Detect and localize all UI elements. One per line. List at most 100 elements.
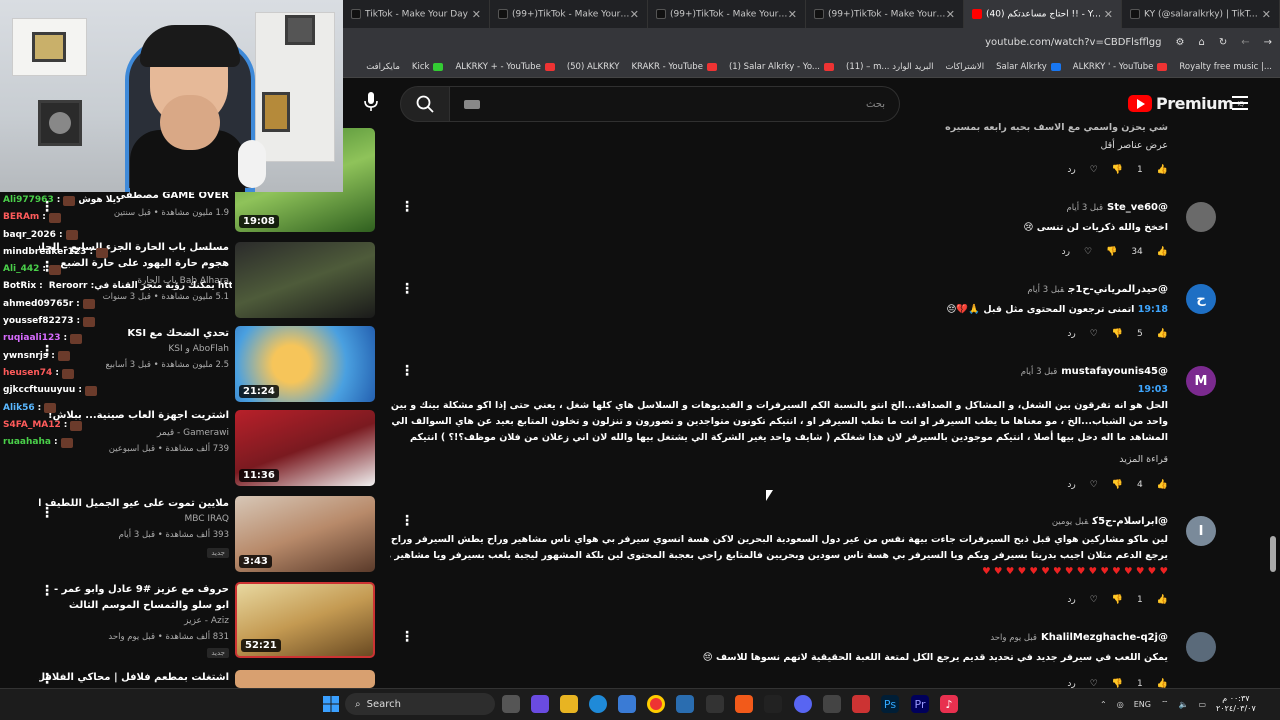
related-title[interactable]: حروف مع عزيز #9 عادل وابو عمر - xyxy=(39,584,229,595)
premiere-icon[interactable]: Pr xyxy=(911,695,929,713)
clock[interactable]: ٠٠:٣٧ م ٢٠٢٤/٠٣/٠٧ xyxy=(1216,694,1256,714)
comment-menu-icon[interactable]: ⋮ xyxy=(400,364,414,378)
related-title[interactable]: اشتغلت بمطعم فلافل | محاكي الفلافل !! xyxy=(39,672,229,683)
close-tab-icon[interactable]: ✕ xyxy=(1262,8,1271,21)
browser-tab-active[interactable]: (40) احتاج مساعدتكم !! - YouTube✕ xyxy=(964,0,1122,28)
related-channel[interactable]: Aziz - عزيز xyxy=(184,616,229,626)
comment-menu-icon[interactable]: ⋮ xyxy=(400,282,414,296)
related-title-line2[interactable]: ابو سلو والتمساح الموسم الثالث xyxy=(39,600,229,611)
back-icon[interactable]: ← xyxy=(1241,37,1249,48)
bookmark-item[interactable]: (11) – m... البريد الوارد xyxy=(846,62,934,72)
reload-icon[interactable]: ↻ xyxy=(1219,37,1227,48)
like-icon[interactable]: 👍 xyxy=(1157,480,1168,490)
chat-username[interactable]: baqr_2026 xyxy=(3,227,56,244)
brave-icon[interactable] xyxy=(735,695,753,713)
windows-start-icon[interactable] xyxy=(322,695,340,713)
read-more-link[interactable]: قراءة المزيد xyxy=(390,452,1168,468)
more-options-icon[interactable]: ⋮ xyxy=(40,584,54,598)
battery-icon[interactable]: ▭ xyxy=(1198,700,1206,709)
network-icon[interactable]: ◎ xyxy=(1117,700,1124,709)
settings-icon[interactable] xyxy=(823,695,841,713)
heart-icon[interactable]: ♡ xyxy=(1084,247,1092,257)
chat-username[interactable]: BotRix xyxy=(3,278,36,295)
wifi-icon[interactable]: ⌔ xyxy=(1161,699,1169,709)
obs-icon[interactable] xyxy=(706,695,724,713)
like-icon[interactable]: 👍 xyxy=(1157,247,1168,257)
volume-icon[interactable]: 🔈 xyxy=(1178,700,1188,709)
page-scrollbar[interactable] xyxy=(1270,536,1276,572)
bookmark-item[interactable]: Salar Alkrky xyxy=(996,62,1061,72)
comment-menu-icon[interactable]: ⋮ xyxy=(400,514,414,528)
reply-button[interactable]: رد xyxy=(1062,247,1070,257)
related-channel[interactable]: MBC IRAQ xyxy=(184,514,229,524)
bookmark-item[interactable]: الاشتراكات xyxy=(946,62,985,72)
heart-icon[interactable]: ♡ xyxy=(1090,595,1098,605)
more-options-icon[interactable]: ⋮ xyxy=(40,506,54,520)
heart-icon[interactable]: ♡ xyxy=(1090,165,1098,175)
dislike-icon[interactable]: 👎 xyxy=(1112,329,1123,339)
reply-button[interactable]: رد xyxy=(1067,165,1075,175)
reply-button[interactable]: رد xyxy=(1067,480,1075,490)
close-tab-icon[interactable]: ✕ xyxy=(630,8,639,21)
related-video[interactable]: 52:21 حروف مع عزيز #9 عادل وابو عمر - اب… xyxy=(0,582,375,662)
related-video[interactable]: اشتغلت بمطعم فلافل | محاكي الفلافل !! ⋮ xyxy=(0,670,375,688)
bookmark-item[interactable]: Royalty free music |... xyxy=(1179,62,1272,72)
heart-icon[interactable]: ♡ xyxy=(1090,329,1098,339)
like-icon[interactable]: 👍 xyxy=(1157,165,1168,175)
close-tab-icon[interactable]: ✕ xyxy=(472,8,481,21)
related-video[interactable]: 3:43 ملايين تموت على عيو الجميل اللطيف ا… xyxy=(0,496,375,576)
file-explorer-icon[interactable] xyxy=(560,695,578,713)
avatar[interactable]: ح xyxy=(1186,284,1216,314)
avatar[interactable] xyxy=(1186,632,1216,662)
bookmark-item[interactable]: مايكرافت xyxy=(366,62,400,72)
steam-icon[interactable] xyxy=(676,695,694,713)
chat-username[interactable]: gjkccftuuuyuu xyxy=(3,382,75,399)
close-tab-icon[interactable]: ✕ xyxy=(946,8,955,21)
timestamp-link[interactable]: 19:18 xyxy=(1138,304,1168,315)
reply-button[interactable]: رد xyxy=(1067,595,1075,605)
search-input[interactable]: بحث xyxy=(450,86,900,122)
forward-icon[interactable]: → xyxy=(1264,37,1272,48)
video-thumbnail[interactable]: 3:43 xyxy=(235,496,375,572)
chat-username[interactable]: ruqiaali123 xyxy=(3,330,60,347)
url-text[interactable]: youtube.com/watch?v=CBDFlsfflgg xyxy=(985,37,1161,48)
youtube-premium-logo[interactable]: Premium IQ xyxy=(1128,94,1244,113)
browser-tab[interactable]: TikTok - Make Your Day ✕ xyxy=(343,0,490,28)
avatar[interactable]: M xyxy=(1186,366,1216,396)
photoshop-icon[interactable]: Ps xyxy=(881,695,899,713)
chat-username[interactable]: ruaahaha xyxy=(3,434,51,451)
chat-username[interactable]: ywnsnrjs xyxy=(3,348,48,365)
chat-username[interactable]: BERAm xyxy=(3,209,39,226)
chat-username[interactable]: S4FA_MA12 xyxy=(3,417,61,434)
chat-username[interactable]: heusen74 xyxy=(3,365,52,382)
heart-icon[interactable]: ♡ xyxy=(1090,480,1098,490)
bookmark-item[interactable]: ALKRKY ' - YouTube xyxy=(1073,62,1168,72)
browser-tab[interactable]: KY (@salaralkrky) | TikTok(+99)✕ xyxy=(1122,0,1280,28)
task-view-icon[interactable] xyxy=(502,695,520,713)
voice-search-icon[interactable] xyxy=(360,92,382,114)
input-language[interactable]: ENG xyxy=(1134,700,1151,709)
video-thumbnail[interactable]: 21:24 xyxy=(235,326,375,402)
chat-username[interactable]: ahmed09765r xyxy=(3,296,73,313)
dislike-icon[interactable]: 👎 xyxy=(1106,247,1117,257)
browser-tab[interactable]: (99+)TikTok - Make Your Day ✕ xyxy=(806,0,964,28)
bookmark-item[interactable]: (1) Salar Alkrky - Yo... xyxy=(729,62,834,72)
chat-username[interactable]: mindbreaker123 xyxy=(3,244,86,261)
keyboard-icon[interactable] xyxy=(464,99,480,109)
bookmark-item[interactable]: Kick xyxy=(412,62,444,72)
browser-tab[interactable]: (99+)TikTok - Make Your Day ✕ xyxy=(490,0,648,28)
bookmark-item[interactable]: KRAKR - YouTube xyxy=(631,62,717,72)
avatar[interactable] xyxy=(1186,202,1216,232)
chat-username[interactable]: Ali977963 xyxy=(3,192,54,209)
chat-username[interactable]: Ali_442 xyxy=(3,261,39,278)
capcut-icon[interactable] xyxy=(764,695,782,713)
home-icon[interactable]: ⌂ xyxy=(1198,37,1204,48)
hamburger-menu-icon[interactable] xyxy=(1232,96,1248,110)
comment-menu-icon[interactable]: ⋮ xyxy=(400,630,414,644)
video-thumbnail[interactable] xyxy=(235,242,375,318)
video-thumbnail[interactable] xyxy=(235,670,375,688)
more-options-icon[interactable]: ⋮ xyxy=(40,672,54,686)
chrome-icon[interactable] xyxy=(647,695,665,713)
related-title[interactable]: ملايين تموت على عيو الجميل اللطيف الجنتل xyxy=(39,498,229,509)
comment-menu-icon[interactable]: ⋮ xyxy=(400,200,414,214)
